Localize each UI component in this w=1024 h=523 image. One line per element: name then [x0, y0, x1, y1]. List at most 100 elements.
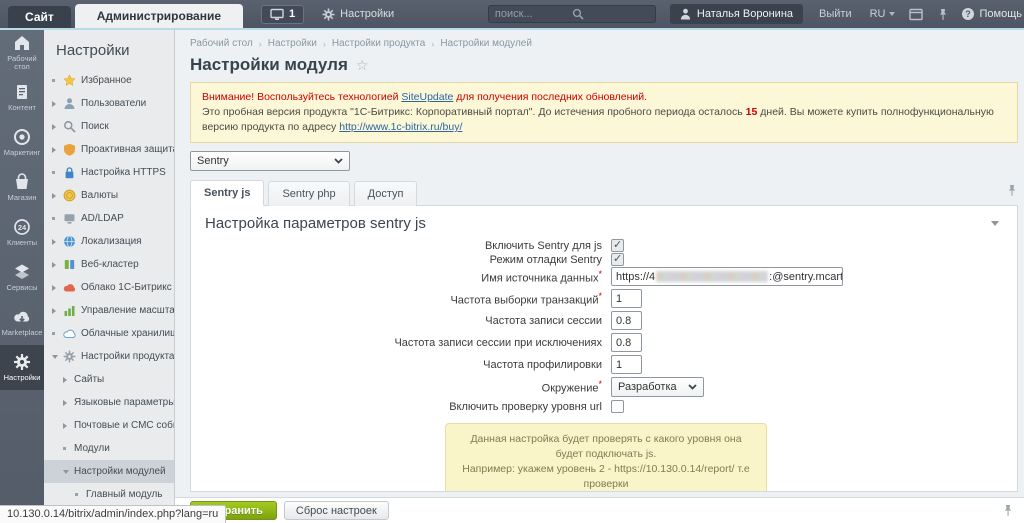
sidebar-item[interactable]: Языковые параметры: [44, 391, 174, 414]
user-menu-button[interactable]: Наталья Воронина: [670, 4, 803, 24]
sentry-debug-checkbox[interactable]: [611, 253, 624, 266]
sidebar-item[interactable]: Облако 1С-Битрикс: [44, 276, 174, 299]
sidebar-item[interactable]: Локализация: [44, 230, 174, 253]
topbar: Сайт Администрирование 1 Настройки поиск…: [0, 0, 1024, 28]
form-footer: Сохранить Сброс настроек: [175, 497, 1024, 523]
bullet-marker: [63, 447, 74, 450]
bullet-marker: [52, 332, 63, 335]
sidebar-item[interactable]: Пользователи: [44, 92, 174, 115]
logout-link[interactable]: Выйти: [819, 8, 852, 20]
user-icon: [680, 8, 691, 20]
tab-administration[interactable]: Администрирование: [75, 4, 243, 28]
dsn-input[interactable]: https://4 :@sentry.mcart.ru/32: [611, 267, 843, 286]
tab-sentry-js[interactable]: Sentry js: [190, 180, 264, 206]
sidebar-item-label: AD/LDAP: [81, 213, 124, 224]
settings-icon: [13, 353, 31, 371]
trial-notice: Внимание! Воспользуйтесь технологией Sit…: [190, 82, 1018, 143]
search-icon: [63, 120, 76, 133]
store-icon: [13, 173, 31, 191]
favorite-star-icon[interactable]: ☆: [356, 57, 369, 74]
enable-sentry-js-checkbox[interactable]: [611, 239, 624, 252]
sidebar-item-label: Почтовые и СМС события: [74, 420, 174, 431]
sidebar-item[interactable]: Настройка HTTPS: [44, 161, 174, 184]
sidebar-item[interactable]: Главный модуль: [44, 483, 174, 506]
rail-item-клиенты[interactable]: 24Клиенты: [0, 210, 44, 255]
svg-text:24: 24: [18, 223, 27, 232]
sidebar-item[interactable]: Сайты: [44, 368, 174, 391]
sidebar-item-label: Веб-кластер: [81, 259, 139, 270]
pin-icon[interactable]: [937, 8, 949, 21]
sidebar-item[interactable]: Поиск: [44, 115, 174, 138]
collapsed-arrow-icon: [63, 423, 74, 429]
main-content: Рабочий стол›Настройки›Настройки продукт…: [175, 30, 1024, 497]
collapsed-arrow-icon: [52, 101, 63, 107]
rail-item-marketplace[interactable]: Marketplace: [0, 300, 44, 345]
sidebar-item[interactable]: Модули: [44, 437, 174, 460]
tab-site[interactable]: Сайт: [8, 6, 71, 28]
session-error-rate-input[interactable]: [611, 333, 642, 352]
bullet-marker: [52, 171, 63, 174]
breadcrumb-item[interactable]: Рабочий стол: [190, 38, 253, 49]
sidebar-item-label: Настройки продукта: [81, 351, 174, 362]
sidebar-item[interactable]: AD/LDAP: [44, 207, 174, 230]
pin-icon[interactable]: [1002, 504, 1014, 517]
form-row: Режим отладки Sentry: [191, 253, 1017, 266]
coin-icon: [63, 189, 76, 202]
session-rate-input[interactable]: [611, 311, 642, 330]
rail-item-настройки[interactable]: Настройки: [0, 345, 44, 390]
monitor-icon: [270, 8, 284, 21]
sidebar-item[interactable]: Почтовые и СМС события: [44, 414, 174, 437]
days-left: 15: [746, 106, 758, 118]
sidebar-item[interactable]: Настройки продукта: [44, 345, 174, 368]
sidebar-item[interactable]: Проактивная защита: [44, 138, 174, 161]
cloud-red-icon: [63, 281, 76, 294]
reset-settings-button[interactable]: Сброс настроек: [284, 501, 389, 520]
rail-item-рабочий-стол[interactable]: Рабочий стол: [0, 30, 44, 75]
rail-item-контент[interactable]: Контент: [0, 75, 44, 120]
breadcrumb-separator: ›: [323, 39, 326, 49]
profiling-rate-input[interactable]: [611, 355, 642, 374]
rail-item-label: Контент: [8, 104, 36, 112]
level-hint-box: Данная настройка будет проверять с каког…: [445, 423, 767, 492]
collapse-section-icon[interactable]: [991, 221, 999, 226]
rail-item-сервисы[interactable]: Сервисы: [0, 255, 44, 300]
url-level-check-checkbox[interactable]: [611, 400, 624, 413]
tab-sentry-php[interactable]: Sentry php: [268, 181, 349, 206]
desktop-panel-icon[interactable]: [909, 8, 923, 21]
shield-icon: [63, 143, 76, 156]
sidebar-item[interactable]: Управление масштабированием: [44, 299, 174, 322]
rail-item-маркетинг[interactable]: Маркетинг: [0, 120, 44, 165]
notifications-button[interactable]: 1: [261, 5, 304, 24]
breadcrumb-item[interactable]: Настройки продукта: [332, 38, 425, 49]
sidebar-item[interactable]: Веб-кластер: [44, 253, 174, 276]
transactions-sample-rate-input[interactable]: [611, 289, 642, 308]
sidebar-item[interactable]: Избранное: [44, 69, 174, 92]
help-menu[interactable]: ? Помощь: [961, 7, 1023, 21]
breadcrumb-item[interactable]: Настройки модулей: [440, 38, 532, 49]
form-row: Частота записи сессии: [191, 311, 1017, 330]
settings-tabs: Sentry jsSentry phpДоступ: [190, 180, 1018, 205]
topbar-settings-menu[interactable]: Настройки: [322, 8, 394, 21]
module-select[interactable]: Sentry: [190, 151, 350, 171]
sidebar-item-label: Управление масштабированием: [81, 305, 174, 316]
content-icon: [13, 83, 31, 101]
lock-icon: [63, 166, 76, 179]
tab-доступ[interactable]: Доступ: [354, 181, 418, 206]
language-selector[interactable]: RU: [870, 8, 895, 20]
form-row: Включить Sentry для js: [191, 239, 1017, 252]
sidebar-item[interactable]: Облачные хранилища: [44, 322, 174, 345]
buy-link[interactable]: http://www.1c-bitrix.ru/buy/: [339, 121, 462, 133]
breadcrumb-item[interactable]: Настройки: [268, 38, 317, 49]
sidebar-item[interactable]: Настройки модулей: [44, 460, 174, 483]
bullet-marker: [52, 79, 63, 82]
rail-item-магазин[interactable]: Магазин: [0, 165, 44, 210]
pin-icon[interactable]: [1006, 184, 1018, 201]
environment-select[interactable]: Разработка: [611, 377, 704, 397]
collapsed-arrow-icon: [52, 285, 63, 291]
star-icon: [63, 74, 76, 87]
services-icon: [13, 263, 31, 281]
help-icon: ?: [961, 7, 975, 21]
sidebar-item[interactable]: Валюты: [44, 184, 174, 207]
siteupdate-link[interactable]: SiteUpdate: [401, 91, 453, 103]
search-input[interactable]: поиск...: [488, 5, 656, 23]
